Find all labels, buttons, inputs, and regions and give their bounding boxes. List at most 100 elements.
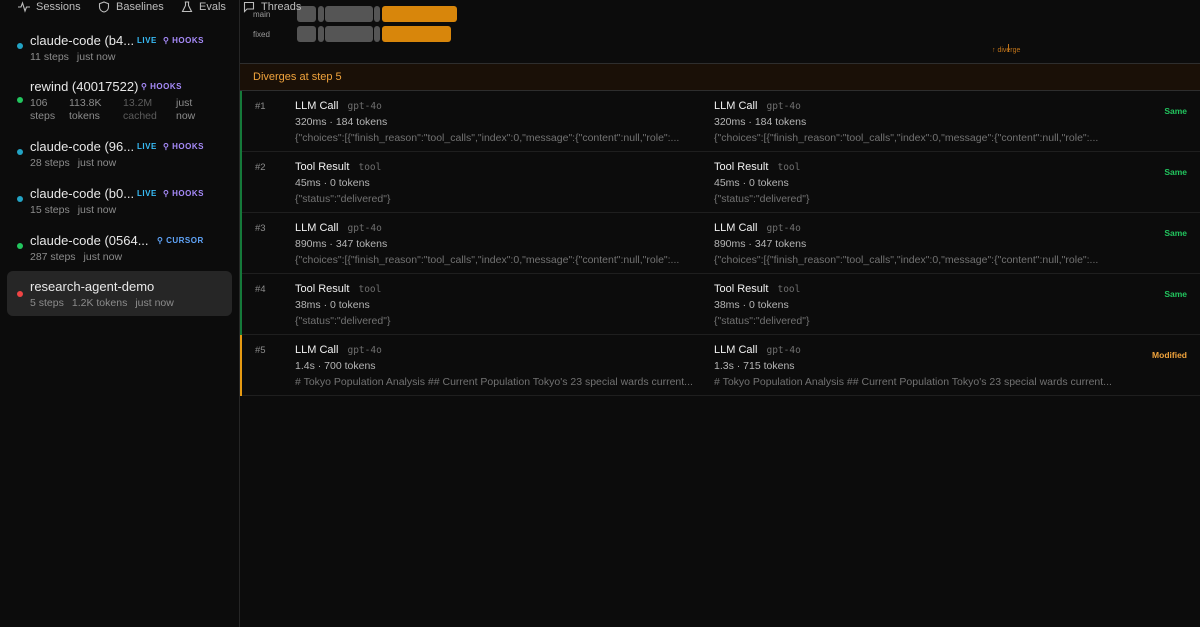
timeline-step[interactable] (374, 6, 380, 22)
diverge-label: ↑ diverge (992, 47, 1021, 54)
step-stats: 45ms · 0 tokens (295, 177, 370, 189)
session-name: claude-code (b4... (30, 33, 135, 48)
step-kind: tool (777, 162, 801, 173)
step-number: #3 (255, 223, 266, 234)
session-meta: 5 steps 1.2K tokens just now (30, 297, 174, 309)
nav-baselines-label: Baselines (116, 1, 164, 13)
session-name: research-agent-demo (30, 279, 155, 294)
step-row[interactable]: #3 LLM Call gpt-4o 890ms · 347 tokens {"… (240, 213, 1200, 274)
session-meta: 15 steps just now (30, 204, 116, 216)
nav-sessions-label: Sessions (36, 1, 81, 13)
timeline-step[interactable] (318, 6, 324, 22)
session-time-line2: now (176, 110, 196, 122)
step-number: #4 (255, 284, 266, 295)
step-content: {"status":"delivered"} (295, 315, 391, 327)
status-dot (17, 43, 23, 49)
status-dot (17, 243, 23, 249)
step-rail (240, 213, 242, 274)
step-kind: gpt-4o (347, 101, 382, 112)
step-stats: 45ms · 0 tokens (714, 177, 789, 189)
step-content: {"choices":[{"finish_reason":"tool_calls… (714, 132, 1099, 144)
step-kind: tool (777, 284, 801, 295)
step-rail (240, 274, 242, 335)
nav-threads[interactable]: Threads (243, 0, 301, 14)
step-title: LLM Call (295, 222, 339, 234)
status-dot (17, 149, 23, 155)
nav-sessions[interactable]: Sessions (18, 0, 81, 14)
step-left-column: Tool Result tool 38ms · 0 tokens {"statu… (295, 283, 705, 327)
session-meta: 28 steps just now (30, 157, 116, 169)
timeline-step-diverged[interactable] (382, 6, 457, 22)
session-time-line1: just (176, 97, 193, 109)
step-left-column: LLM Call gpt-4o 320ms · 184 tokens {"cho… (295, 100, 705, 144)
session-cached-label: cached (123, 110, 157, 122)
step-title-row: LLM Call gpt-4o (714, 100, 1124, 115)
session-name: claude-code (0564... (30, 233, 149, 248)
flask-icon (181, 1, 193, 13)
step-kind: tool (358, 284, 382, 295)
step-left-column: Tool Result tool 45ms · 0 tokens {"statu… (295, 161, 705, 205)
step-title-row: LLM Call gpt-4o (714, 344, 1124, 359)
session-cached-count: 13.2M (123, 97, 153, 109)
nav-baselines[interactable]: Baselines (98, 0, 164, 14)
step-kind: gpt-4o (766, 223, 801, 234)
step-title: LLM Call (714, 100, 758, 112)
step-kind: gpt-4o (347, 223, 382, 234)
session-tokens-count: 113.8K (69, 97, 102, 109)
step-row[interactable]: #1 LLM Call gpt-4o 320ms · 184 tokens {"… (240, 91, 1200, 152)
timeline-step[interactable] (374, 26, 380, 42)
hooks-badge: ⚲ HOOKS (163, 189, 204, 198)
session-meta: 287 steps just now (30, 251, 122, 263)
step-title: LLM Call (295, 344, 339, 356)
step-title-row: Tool Result tool (714, 283, 1124, 298)
app-window: Sessions Baselines Evals Threads claude-… (0, 0, 1200, 627)
session-steps: 15 steps (30, 204, 70, 216)
step-left-column: LLM Call gpt-4o 890ms · 347 tokens {"cho… (295, 222, 705, 266)
step-content: # Tokyo Population Analysis ## Current P… (295, 376, 693, 388)
session-time: just now (76, 51, 116, 63)
shield-icon (98, 1, 110, 13)
nav-evals[interactable]: Evals (181, 0, 226, 14)
step-content: {"status":"delivered"} (295, 193, 391, 205)
step-rail (240, 152, 242, 213)
step-content: {"choices":[{"finish_reason":"tool_calls… (295, 132, 680, 144)
cursor-badge: ⚲ CURSOR (157, 236, 204, 245)
step-right-column: LLM Call gpt-4o 890ms · 347 tokens {"cho… (714, 222, 1124, 266)
session-steps: 5 steps (30, 297, 64, 309)
session-steps: 11 steps (30, 51, 69, 63)
diverge-banner: Diverges at step 5 (240, 63, 1200, 91)
session-steps: 287 steps (30, 251, 76, 263)
timeline-step[interactable] (325, 6, 373, 22)
timeline-step[interactable] (325, 26, 373, 42)
nav-evals-label: Evals (199, 1, 226, 13)
sidebar: Sessions Baselines Evals Threads claude-… (0, 0, 301, 627)
hooks-badge: ⚲ HOOKS (163, 142, 204, 151)
step-status-badge: Same (1164, 228, 1187, 238)
session-time: just now (135, 297, 174, 309)
step-stats: 1.4s · 700 tokens (295, 360, 376, 372)
status-dot (17, 97, 23, 103)
step-stats: 38ms · 0 tokens (295, 299, 370, 311)
step-content: {"status":"delivered"} (714, 193, 810, 205)
step-row[interactable]: #2 Tool Result tool 45ms · 0 tokens {"st… (240, 152, 1200, 213)
step-status-badge: Same (1164, 167, 1187, 177)
step-row[interactable]: #4 Tool Result tool 38ms · 0 tokens {"st… (240, 274, 1200, 335)
timeline-step-diverged[interactable] (382, 26, 451, 42)
timeline-step[interactable] (297, 26, 316, 42)
step-number: #2 (255, 162, 266, 173)
timeline-label-fixed: fixed (253, 30, 270, 39)
message-square-icon (243, 1, 255, 13)
step-status-badge: Same (1164, 289, 1187, 299)
step-kind: gpt-4o (766, 101, 801, 112)
timeline-step[interactable] (318, 26, 324, 42)
nav-threads-label: Threads (261, 1, 302, 13)
step-row[interactable]: #5 LLM Call gpt-4o 1.4s · 700 tokens # T… (240, 335, 1200, 396)
step-stats: 1.3s · 715 tokens (714, 360, 795, 372)
step-right-column: LLM Call gpt-4o 320ms · 184 tokens {"cho… (714, 100, 1124, 144)
session-steps: 28 steps (30, 157, 70, 169)
step-content: {"choices":[{"finish_reason":"tool_calls… (295, 254, 680, 266)
timeline: main fixed ↑ diverge (240, 0, 1200, 63)
step-title: LLM Call (714, 344, 758, 356)
session-name: rewind (40017522) (30, 79, 139, 94)
hooks-badge: ⚲ HOOKS (163, 36, 204, 45)
